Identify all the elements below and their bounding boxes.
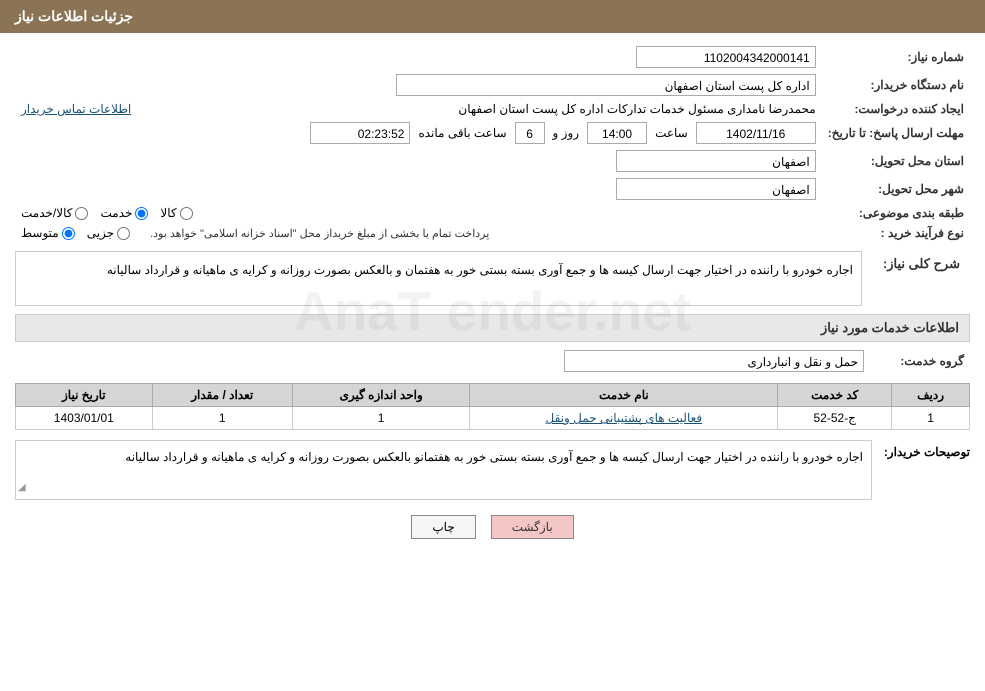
radio-kala[interactable]: کالا: [160, 206, 192, 220]
mohlet-saat2-value: 02:23:52: [310, 122, 410, 144]
mohlet-saat2-label: ساعت باقی مانده: [418, 126, 506, 140]
print-button[interactable]: چاپ: [411, 515, 475, 539]
page-header: جزئیات اطلاعات نیاز: [0, 0, 985, 33]
ostan-tahvil-label: استان محل تحویل:: [822, 147, 970, 175]
page-wrapper: جزئیات اطلاعات نیاز AnaT ender.net شماره…: [0, 0, 985, 691]
info-table: شماره نیاز: 1102004342000141 نام دستگاه …: [15, 43, 970, 243]
ijad-konande-label: ایجاد کننده درخواست:: [822, 99, 970, 119]
radio-jozii-label: جزیی: [87, 226, 114, 240]
services-section: ردیف کد خدمت نام خدمت واحد اندازه گیری ت…: [15, 383, 970, 430]
nam-dastgah-value: اداره کل پست استان اصفهان: [396, 74, 816, 96]
radio-kala-label: کالا: [160, 206, 176, 220]
table-row: 1 ج-52-52 فعالیت های پشتیبانی حمل ونقل 1…: [16, 407, 970, 430]
mohlet-saat-value: 14:00: [587, 122, 647, 144]
goroh-khedmat-label: گروه خدمت:: [870, 347, 970, 375]
ettelaat-tamas-link[interactable]: اطلاعات تماس خریدار: [21, 102, 131, 116]
content-area: AnaT ender.net شماره نیاز: 1102004342000…: [0, 33, 985, 559]
mohlet-rooz-label: روز و: [553, 126, 580, 140]
radio-khedmat-label: خدمت: [100, 206, 132, 220]
cell-radif: 1: [892, 407, 970, 430]
goroh-table: گروه خدمت: حمل و نقل و انبارداری: [15, 347, 970, 375]
radio-kala-khedmat[interactable]: کالا/خدمت: [21, 206, 88, 220]
radio-jozii[interactable]: جزیی: [87, 226, 130, 240]
cell-tarikh: 1403/01/01: [16, 407, 153, 430]
mohlet-date: 1402/11/16: [696, 122, 816, 144]
radio-motavasset[interactable]: متوسط: [21, 226, 75, 240]
col-tarikh: تاریخ نیاز: [16, 384, 153, 407]
back-button[interactable]: بازگشت: [491, 515, 574, 539]
tosifat-row: توصیحات خریدار: اجاره خودرو با راننده در…: [15, 440, 970, 500]
nam-dastgah-label: نام دستگاه خریدار:: [822, 71, 970, 99]
radio-motavasset-input[interactable]: [62, 227, 75, 240]
shahr-tahvil-label: شهر محل تحویل:: [822, 175, 970, 203]
cell-vahed: 1: [292, 407, 470, 430]
tosifat-box: اجاره خودرو با راننده در اختیار جهت ارسا…: [15, 440, 872, 500]
sharh-value: اجاره خودرو با راننده در اختیار جهت ارسا…: [15, 251, 862, 306]
tosifat-label: توصیحات خریدار:: [880, 440, 970, 459]
cell-tedad: 1: [152, 407, 292, 430]
col-tedad: تعداد / مقدار: [152, 384, 292, 407]
radio-jozii-input[interactable]: [117, 227, 130, 240]
shahr-tahvil-value: اصفهان: [616, 178, 816, 200]
shomara-niaz-label: شماره نیاز:: [822, 43, 970, 71]
nooe-farayand-label: نوع فرآیند خرید :: [822, 223, 970, 243]
col-radif: ردیف: [892, 384, 970, 407]
mohlet-rooz-value: 6: [515, 122, 545, 144]
button-row: بازگشت چاپ: [15, 515, 970, 539]
mohlet-saat-label: ساعت: [655, 126, 688, 140]
ijad-konande-value: محمدرضا نامداری مسئول خدمات تداركات ادار…: [458, 102, 815, 116]
radio-motavasset-label: متوسط: [21, 226, 59, 240]
cell-kod: ج-52-52: [778, 407, 892, 430]
mohlet-label: مهلت ارسال پاسخ: تا تاریخ:: [822, 119, 970, 147]
col-kod: کد خدمت: [778, 384, 892, 407]
sharh-row: شرح کلی نیاز: اجاره خودرو با راننده در ا…: [15, 251, 970, 306]
page-title: جزئیات اطلاعات نیاز: [15, 8, 133, 24]
sharh-title: شرح کلی نیاز:: [870, 251, 970, 277]
tabaqe-label: طبقه بندی موضوعی:: [822, 203, 970, 223]
radio-khedmat[interactable]: خدمت: [100, 206, 148, 220]
radio-kala-khedmat-input[interactable]: [75, 207, 88, 220]
nooe-description: پرداخت تمام یا بخشی از مبلغ خریداز محل "…: [150, 227, 489, 240]
resize-icon: ◢: [18, 479, 26, 497]
cell-name[interactable]: فعالیت های پشتیبانی حمل ونقل: [470, 407, 778, 430]
radio-kala-input[interactable]: [180, 207, 193, 220]
ostan-tahvil-value: اصفهان: [616, 150, 816, 172]
services-table: ردیف کد خدمت نام خدمت واحد اندازه گیری ت…: [15, 383, 970, 430]
khadamat-section-title: اطلاعات خدمات مورد نیاز: [15, 314, 970, 342]
goroh-khedmat-value: حمل و نقل و انبارداری: [564, 350, 864, 372]
col-name: نام خدمت: [470, 384, 778, 407]
radio-kala-khedmat-label: کالا/خدمت: [21, 206, 72, 220]
radio-khedmat-input[interactable]: [135, 207, 148, 220]
col-vahed: واحد اندازه گیری: [292, 384, 470, 407]
shomara-niaz-value: 1102004342000141: [636, 46, 816, 68]
tosifat-value: اجاره خودرو با راننده در اختیار جهت ارسا…: [125, 450, 863, 464]
